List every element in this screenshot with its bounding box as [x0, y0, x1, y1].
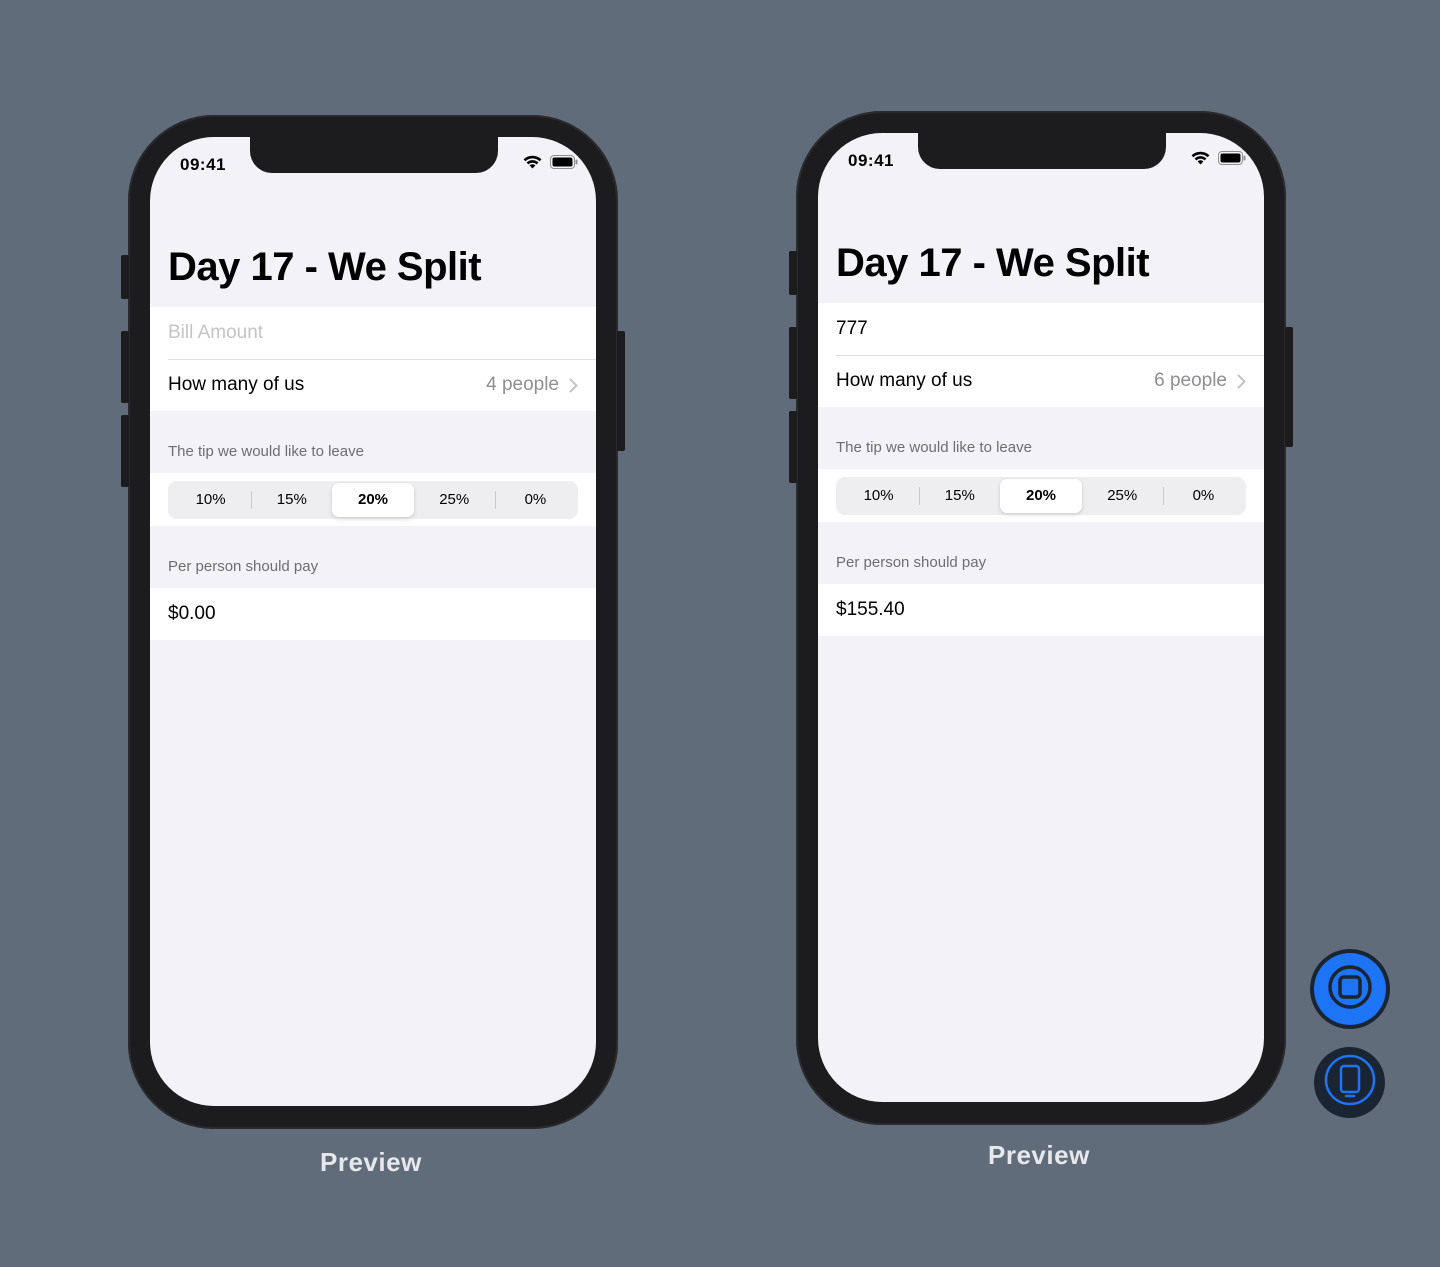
screen: 09:41 Day 17 - We Split	[818, 133, 1264, 1102]
page-title: Day 17 - We Split	[168, 245, 482, 289]
per-person-amount: $0.00	[168, 603, 216, 624]
tip-segment-25[interactable]: 25%	[1082, 479, 1164, 513]
iphone-preview-1: 09:41 Day 17 - We Split Bill Amount How …	[121, 115, 625, 1129]
tip-segmented-control: 10% 15% 20% 25% 0%	[836, 476, 1246, 515]
form-section-tip: 10% 15% 20% 25% 0%	[150, 473, 596, 526]
status-time: 09:41	[180, 155, 226, 174]
tip-segment-label: 0%	[1192, 487, 1215, 504]
status-icons	[523, 155, 578, 169]
people-picker-value-group: 4 people	[486, 374, 578, 396]
tip-segmented-control: 10% 15% 20% 25% 0%	[168, 480, 578, 519]
page-title: Day 17 - We Split	[836, 241, 1150, 285]
tip-segment-label: 10%	[863, 487, 894, 504]
battery-icon	[1218, 151, 1246, 165]
preview-caption: Preview	[988, 1140, 1090, 1170]
bill-amount-row	[818, 303, 1264, 355]
tip-segment-10[interactable]: 10%	[838, 479, 921, 513]
side-button	[1285, 327, 1293, 447]
people-picker-value-group: 6 people	[1154, 370, 1246, 392]
volume-down-button	[121, 415, 129, 487]
tip-segment-label: 10%	[195, 491, 226, 508]
people-picker-value: 4 people	[486, 374, 559, 395]
live-preview-icon	[1325, 962, 1375, 1017]
status-icons	[1191, 151, 1246, 165]
preview-caption: Preview	[320, 1147, 422, 1177]
status-time: 09:41	[848, 151, 894, 170]
iphone-preview-2: 09:41 Day 17 - We Split 777 How many of …	[789, 111, 1293, 1125]
wifi-icon	[523, 155, 542, 169]
tip-segment-label: 15%	[944, 487, 975, 504]
wifi-icon	[1191, 151, 1210, 165]
mute-switch	[121, 255, 129, 299]
tip-segment-25[interactable]: 25%	[414, 483, 496, 517]
volume-up-button	[789, 327, 797, 399]
notch	[918, 133, 1166, 169]
tip-segment-20[interactable]: 20%	[332, 482, 414, 517]
tip-segment-15[interactable]: 15%	[919, 479, 1000, 513]
people-picker-value: 6 people	[1154, 370, 1227, 391]
people-picker-label: How many of us	[168, 374, 305, 395]
screen: 09:41 Day 17 - We Split	[150, 137, 596, 1106]
live-preview-ring	[1314, 953, 1386, 1025]
form-section-bill: How many of us 6 people	[818, 303, 1264, 407]
tip-segment-10[interactable]: 10%	[170, 483, 253, 517]
form-section-pay: $155.40	[818, 584, 1264, 636]
chevron-right-icon	[569, 378, 578, 393]
device-settings-button[interactable]	[1314, 1047, 1385, 1118]
pay-section-header: Per person should pay	[168, 558, 319, 575]
bill-amount-field[interactable]	[836, 318, 1246, 340]
mute-switch	[789, 251, 797, 295]
tip-segment-15[interactable]: 15%	[251, 483, 332, 517]
tip-segment-0[interactable]: 0%	[1163, 479, 1244, 513]
notch	[250, 137, 498, 173]
bill-amount-field[interactable]	[168, 322, 578, 344]
bill-amount-row	[150, 307, 596, 359]
live-preview-button[interactable]	[1310, 949, 1390, 1029]
tip-segment-label: 20%	[1025, 487, 1057, 504]
tip-segment-label: 25%	[1107, 487, 1138, 504]
form-section-tip: 10% 15% 20% 25% 0%	[818, 469, 1264, 522]
tip-segment-20[interactable]: 20%	[1000, 478, 1082, 513]
volume-down-button	[789, 411, 797, 483]
battery-icon	[550, 155, 578, 169]
tip-segment-0[interactable]: 0%	[495, 483, 576, 517]
side-button	[617, 331, 625, 451]
pay-section-header: Per person should pay	[836, 554, 987, 571]
form-section-bill: How many of us 4 people	[150, 307, 596, 411]
volume-up-button	[121, 331, 129, 403]
chevron-right-icon	[1237, 374, 1246, 389]
tip-segment-label: 0%	[524, 491, 547, 508]
tip-segment-label: 20%	[357, 491, 389, 508]
tip-segment-label: 15%	[276, 491, 307, 508]
per-person-amount: $155.40	[836, 599, 905, 620]
form-section-pay: $0.00	[150, 588, 596, 640]
tip-segment-label: 25%	[439, 491, 470, 508]
people-picker-row[interactable]: How many of us 6 people	[818, 355, 1264, 407]
device-settings-icon	[1322, 1052, 1378, 1113]
people-picker-label: How many of us	[836, 370, 973, 391]
tip-section-header: The tip we would like to leave	[836, 439, 1032, 456]
people-picker-row[interactable]: How many of us 4 people	[150, 359, 596, 411]
tip-section-header: The tip we would like to leave	[168, 443, 364, 460]
